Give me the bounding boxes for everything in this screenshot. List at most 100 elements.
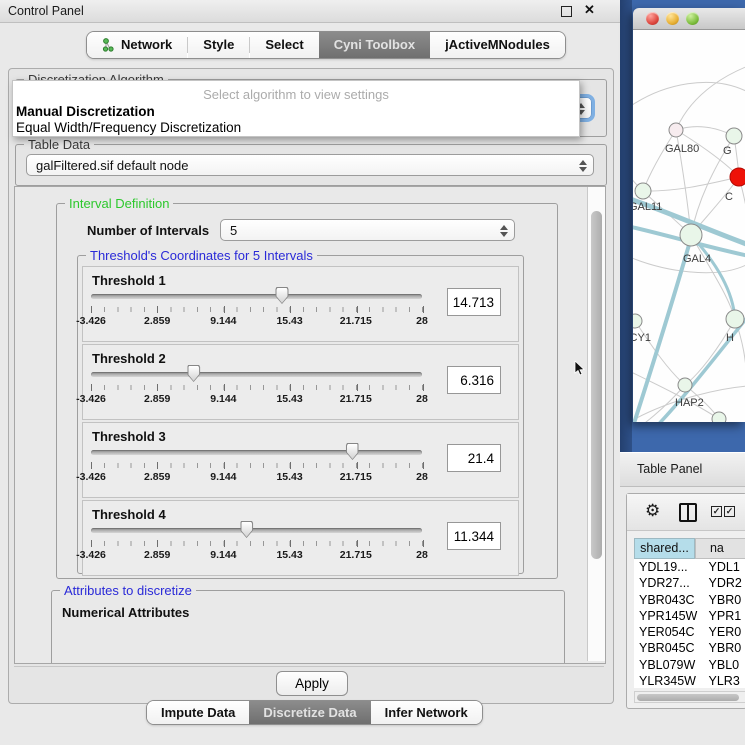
thresholds-group-label: Threshold's Coordinates for 5 Intervals [86, 248, 317, 263]
threshold-panel: Threshold 3 -3.426 2.859 [82, 422, 519, 498]
network-icon [102, 38, 115, 52]
slider-thumb[interactable] [275, 287, 288, 304]
table-row[interactable]: YBR045C YBR0 [634, 640, 745, 656]
table-row[interactable]: YBR043C YBR0 [634, 592, 745, 608]
node-label: H [726, 332, 734, 344]
network-graph [633, 30, 745, 422]
table-panel-body: ⚙ ✓ ✓ shared... na YDL19... YDL1 YDR27.. [620, 487, 745, 745]
column-header-name[interactable]: na [695, 538, 745, 559]
network-window-titlebar[interactable] [633, 8, 745, 30]
threshold-slider[interactable]: -3.426 2.859 9.144 15.43 21.715 28 [91, 267, 422, 341]
threshold-panel: Threshold 4 -3.426 2.859 [82, 500, 519, 576]
option-manual-discretization[interactable]: Manual Discretization [16, 104, 155, 119]
node-label: GAL11 [633, 201, 662, 213]
tab-cyni-toolbox[interactable]: Cyni Toolbox [319, 32, 430, 58]
tab-discretize-data[interactable]: Discretize Data [249, 701, 370, 724]
node-label: G [723, 145, 732, 157]
close-icon[interactable]: ✕ [584, 2, 595, 18]
interval-definition-group: Interval Definition Number of Intervals … [56, 203, 558, 579]
gear-icon[interactable]: ⚙ [645, 501, 660, 521]
checkbox-icon[interactable]: ✓ [724, 506, 735, 517]
table-horizontal-scrollbar[interactable] [634, 691, 745, 703]
tab-jactivemnodules[interactable]: jActiveMNodules [430, 32, 565, 58]
slider-track[interactable] [91, 294, 422, 299]
slider-tick-labels: -3.426 2.859 9.144 15.43 21.715 28 [91, 471, 422, 483]
num-intervals-label: Number of Intervals [87, 223, 209, 238]
node-table: shared... na YDL19... YDL1 YDR27... YDR2 [634, 538, 745, 688]
node-gal4 [680, 224, 702, 246]
bottom-tab-bar: Impute Data Discretize Data Infer Networ… [146, 700, 483, 725]
slider-ticks [91, 541, 423, 546]
slider-tick-labels: -3.426 2.859 9.144 15.43 21.715 28 [91, 549, 422, 561]
threshold-slider[interactable]: -3.426 2.859 9.144 15.43 21.715 28 [91, 501, 422, 575]
top-tab-bar: Network Style Select Cyni Toolbox jActiv… [86, 31, 566, 59]
threshold-panel: Threshold 1 -3.426 2.859 [82, 266, 519, 342]
tab-style[interactable]: Style [188, 32, 249, 58]
network-canvas[interactable]: GAL80 G C GAL11 GAL4 GCY1 H HAP2 [633, 30, 745, 422]
column-header-shared-name[interactable]: shared... [634, 538, 695, 559]
threshold-value-field[interactable]: 14.713 [447, 288, 501, 316]
select-stepper-icon [578, 159, 586, 173]
table-panel-titlebar: Table Panel [620, 452, 745, 487]
table-data-group: Table Data galFiltered.sif default node [15, 144, 607, 186]
node-red-selected [730, 168, 745, 186]
close-traffic-light-icon[interactable] [646, 12, 659, 25]
minimize-traffic-light-icon[interactable] [666, 12, 679, 25]
table-row[interactable]: YDR27... YDR2 [634, 575, 745, 591]
slider-tick-labels: -3.426 2.859 9.144 15.43 21.715 28 [91, 393, 422, 405]
divider [14, 666, 604, 667]
select-stepper-icon [499, 224, 507, 238]
apply-button[interactable]: Apply [276, 671, 348, 696]
table-data-selected-value: galFiltered.sif default node [36, 158, 188, 173]
slider-track[interactable] [91, 372, 422, 377]
slider-track[interactable] [91, 528, 422, 533]
table-row[interactable]: YLR345W YLR3 [634, 673, 745, 688]
tab-network[interactable]: Network [87, 32, 187, 58]
node-label: GAL80 [665, 143, 699, 155]
node-gal80 [669, 123, 683, 137]
node-table-frame: ⚙ ✓ ✓ shared... na YDL19... YDL1 YDR27.. [626, 493, 745, 709]
checkbox-icon[interactable]: ✓ [711, 506, 722, 517]
numerical-attributes-label: Numerical Attributes [62, 605, 189, 620]
table-data-group-label: Table Data [24, 137, 94, 152]
node-label: C [725, 191, 733, 203]
table-data-select[interactable]: galFiltered.sif default node [26, 154, 594, 176]
num-intervals-value: 5 [230, 223, 237, 238]
slider-tick-labels: -3.426 2.859 9.144 15.43 21.715 28 [91, 315, 422, 327]
option-equal-width-frequency[interactable]: Equal Width/Frequency Discretization [16, 120, 241, 135]
desktop-shadow-strip [620, 0, 632, 452]
slider-track[interactable] [91, 450, 422, 455]
zoom-traffic-light-icon[interactable] [686, 12, 699, 25]
network-window: GAL80 G C GAL11 GAL4 GCY1 H HAP2 [633, 8, 745, 422]
control-panel: Control Panel ✕ Network Style Select Cyn… [0, 0, 620, 745]
table-row[interactable]: YPR145W YPR1 [634, 608, 745, 624]
table-panel-title: Table Panel [637, 462, 702, 476]
threshold-slider[interactable]: -3.426 2.859 9.144 15.43 21.715 28 [91, 345, 422, 419]
columns-icon[interactable] [679, 503, 697, 522]
threshold-value-field[interactable]: 11.344 [447, 522, 501, 550]
slider-thumb[interactable] [187, 365, 200, 382]
tab-infer-network[interactable]: Infer Network [371, 701, 482, 724]
threshold-slider[interactable]: -3.426 2.859 9.144 15.43 21.715 28 [91, 423, 422, 497]
table-row[interactable]: YBL079W YBL0 [634, 657, 745, 673]
dropdown-hint: Select algorithm to view settings [13, 87, 579, 102]
settings-panel-scrollbar[interactable] [587, 187, 605, 661]
desktop-background: GAL80 G C GAL11 GAL4 GCY1 H HAP2 [620, 0, 745, 452]
table-header-row: shared... na [634, 538, 745, 559]
slider-thumb[interactable] [240, 521, 253, 538]
tab-impute-data[interactable]: Impute Data [147, 701, 249, 724]
slider-ticks [91, 463, 423, 468]
table-row[interactable]: YDL19... YDL1 [634, 559, 745, 575]
float-window-icon[interactable] [561, 6, 572, 17]
attributes-group-label: Attributes to discretize [60, 583, 196, 598]
threshold-panel: Threshold 2 -3.426 2.859 [82, 344, 519, 420]
threshold-value-field[interactable]: 6.316 [447, 366, 501, 394]
tab-select[interactable]: Select [250, 32, 318, 58]
num-intervals-select[interactable]: 5 [220, 219, 515, 241]
table-row[interactable]: YER054C YER0 [634, 624, 745, 640]
node-label: GCY1 [633, 332, 651, 344]
threshold-value-field[interactable]: 21.4 [447, 444, 501, 472]
slider-thumb[interactable] [346, 443, 359, 460]
tab-network-label: Network [121, 32, 172, 58]
node-bottom-partial [712, 412, 726, 422]
